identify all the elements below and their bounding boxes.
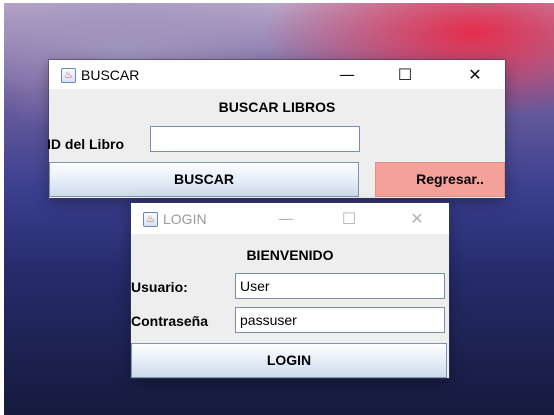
buscar-heading: BUSCAR LIBROS xyxy=(218,99,336,115)
regresar-button[interactable]: Regresar.. xyxy=(375,162,505,197)
login-button[interactable]: LOGIN xyxy=(131,343,447,378)
book-id-label: ID del Libro xyxy=(47,136,124,152)
welcome-heading: BIENVENIDO xyxy=(246,247,334,263)
maximize-button[interactable]: ☐ xyxy=(383,60,427,89)
login-window-title: LOGIN xyxy=(163,211,207,227)
password-label: Contraseña xyxy=(131,313,209,329)
login-titlebar[interactable]: ♨ LOGIN — ☐ ✕ xyxy=(131,203,449,234)
username-input[interactable] xyxy=(235,273,445,299)
login-window: ♨ LOGIN — ☐ ✕ BIENVENIDO Usuario: Contra… xyxy=(131,203,449,378)
buscar-titlebar[interactable]: ♨ BUSCAR — ☐ ✕ xyxy=(49,60,505,89)
book-id-input[interactable] xyxy=(150,126,360,152)
buscar-window: ♨ BUSCAR — ☐ ✕ BUSCAR LIBROS ID del Libr… xyxy=(47,60,505,198)
buscar-window-title: BUSCAR xyxy=(81,67,140,83)
minimize-button[interactable]: — xyxy=(325,60,369,89)
close-button[interactable]: ✕ xyxy=(395,204,439,233)
buscar-button[interactable]: BUSCAR xyxy=(49,162,359,197)
username-label: Usuario: xyxy=(131,279,188,295)
close-button[interactable]: ✕ xyxy=(453,60,497,89)
password-input[interactable] xyxy=(235,307,445,333)
java-cup-icon: ♨ xyxy=(143,212,158,227)
java-cup-icon: ♨ xyxy=(61,68,76,83)
minimize-button[interactable]: — xyxy=(264,204,308,233)
maximize-button[interactable]: ☐ xyxy=(327,204,371,233)
